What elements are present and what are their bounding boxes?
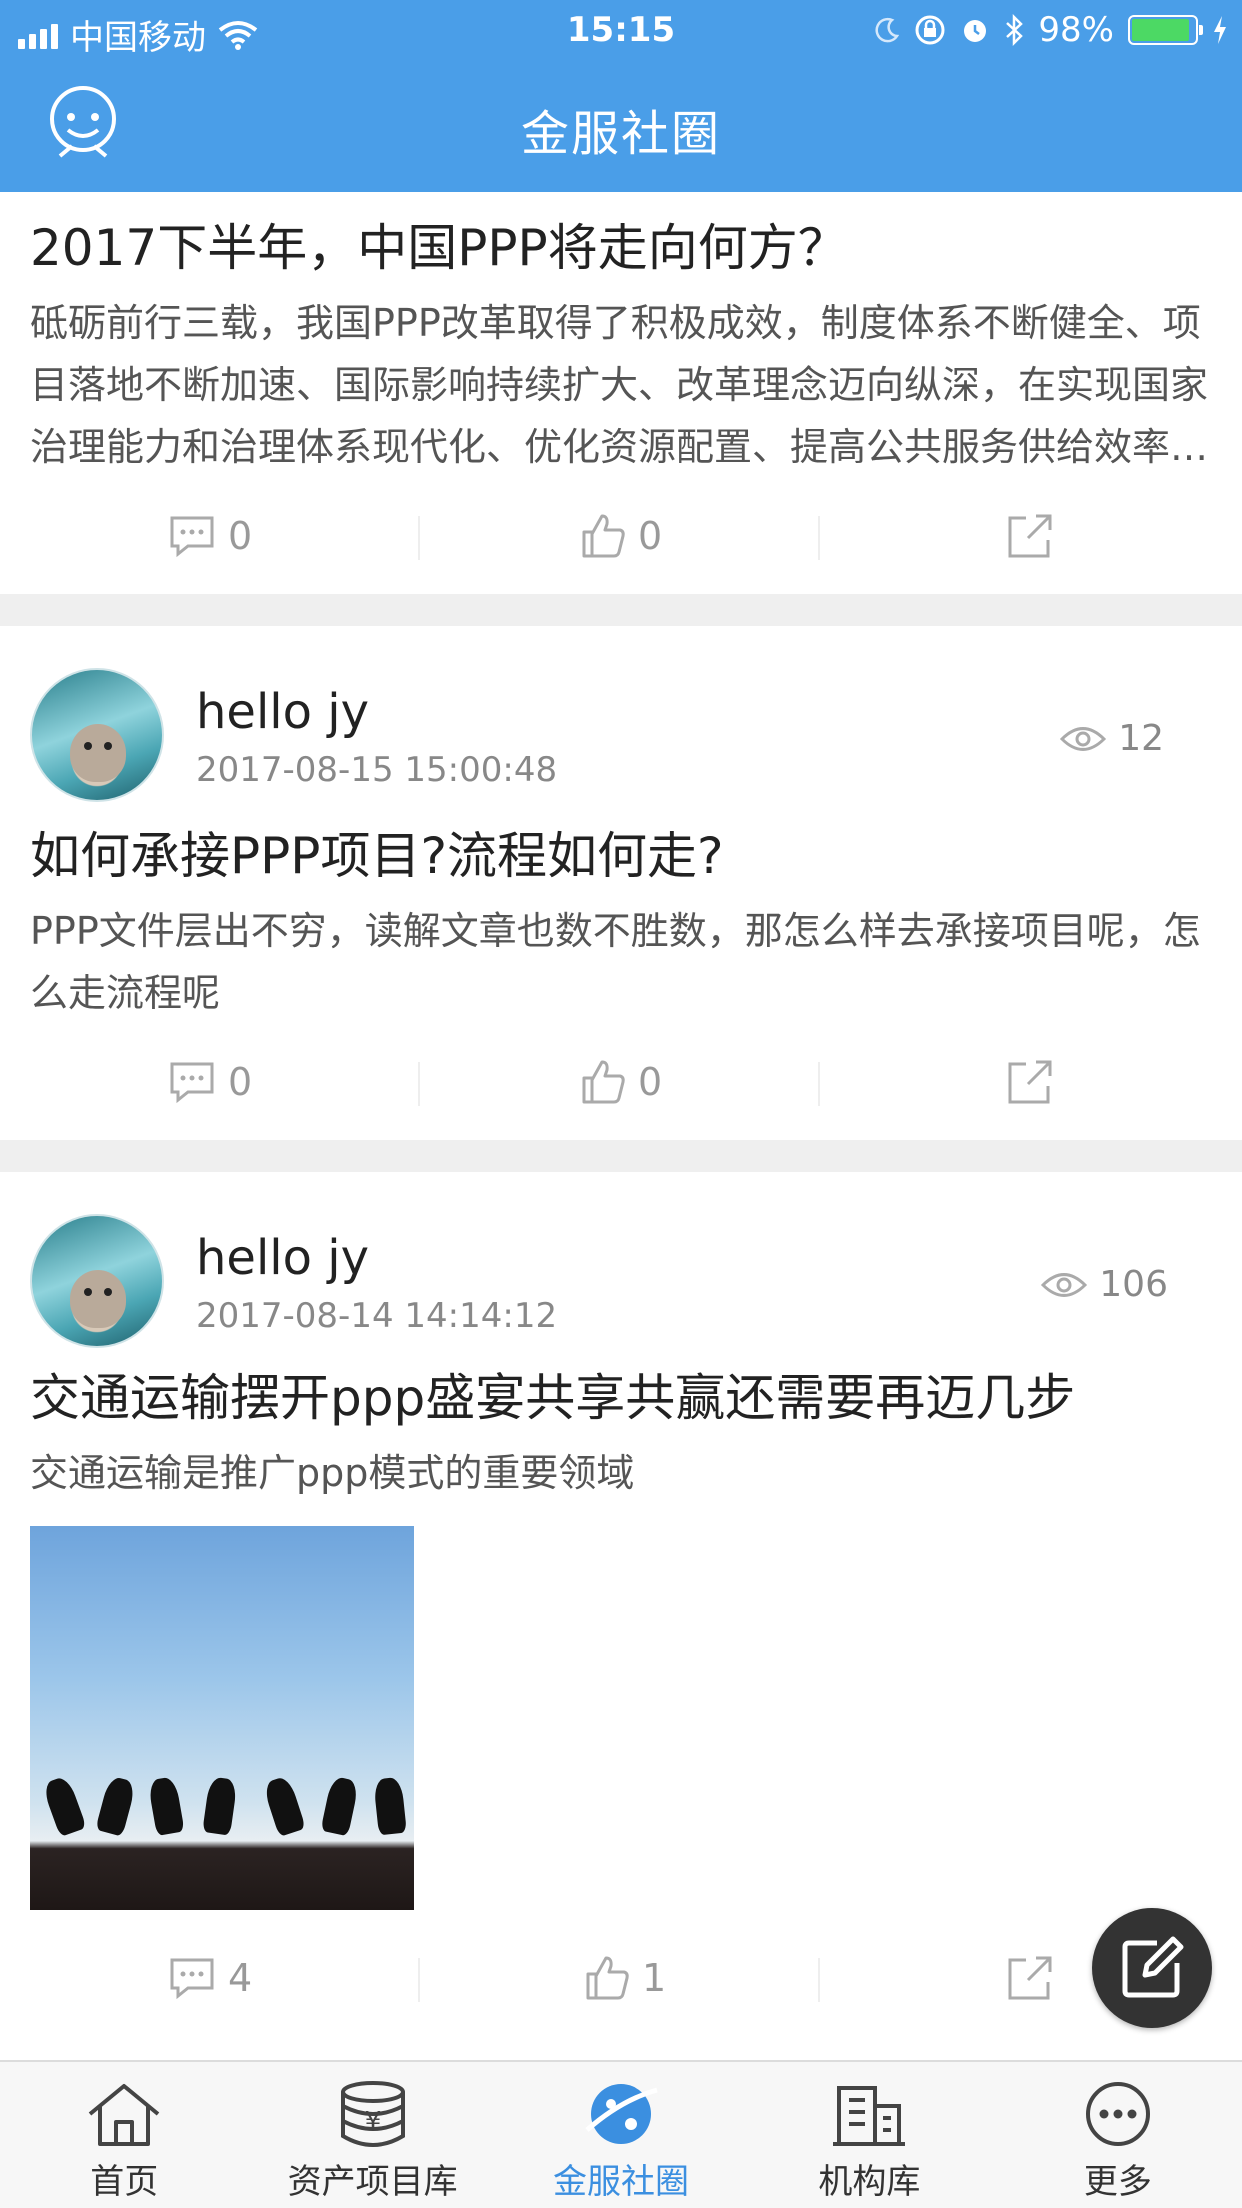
post-body[interactable]: PPP文件层出不穷，读解文章也数不胜数，那怎么样去承接项目呢，怎么走流程呢 (0, 892, 1242, 1024)
post-card[interactable]: hello jy 2017-08-15 15:00:48 12 如何承接PPP项… (0, 626, 1242, 1140)
author-name[interactable]: hello jy (196, 684, 369, 740)
share-icon (1008, 1060, 1052, 1104)
tab-community[interactable]: 金服社圈 (497, 2062, 745, 2208)
share-button[interactable] (1006, 510, 1054, 562)
app-header: 金服社圈 (0, 60, 1242, 192)
comment-count: 0 (228, 514, 253, 558)
post-title[interactable]: 2017下半年，中国PPP将走向何方？ (0, 192, 1242, 284)
battery-icon (1128, 15, 1203, 45)
post-actions: 4 1 (0, 1920, 1242, 2036)
eye-icon (1041, 1272, 1088, 1297)
comment-count: 0 (228, 1060, 253, 1104)
view-count: 12 (1060, 718, 1164, 759)
author-row: hello jy 2017-08-15 15:00:48 12 (0, 626, 1242, 806)
rotation-lock-icon (915, 15, 945, 45)
view-count: 106 (1041, 1264, 1168, 1305)
more-icon (1085, 2082, 1150, 2146)
home-icon (88, 2084, 160, 2146)
share-icon (1008, 1956, 1052, 2000)
edit-icon (1122, 1936, 1184, 1998)
like-button[interactable]: 0 (580, 1056, 662, 1108)
share-button[interactable] (1006, 1952, 1054, 2004)
planet-icon (585, 2084, 658, 2144)
comment-button[interactable]: 0 (168, 510, 252, 562)
compose-button[interactable] (1092, 1908, 1212, 2028)
post-time: 2017-08-14 14:14:12 (196, 1296, 558, 1336)
tab-institutions[interactable]: 机构库 (745, 2062, 993, 2208)
thumbs-up-icon (582, 514, 625, 558)
post-image[interactable] (30, 1526, 414, 1910)
post-card[interactable]: 2017下半年，中国PPP将走向何方？ 砥砺前行三载，我国PPP改革取得了积极成… (0, 192, 1242, 594)
tab-label: 机构库 (818, 2162, 921, 2202)
post-title[interactable]: 交通运输摆开ppp盛宴共享共赢还需要再迈几步 (0, 1352, 1242, 1434)
bluetooth-icon (1006, 14, 1024, 46)
like-button[interactable]: 0 (580, 510, 662, 562)
tab-asset-projects[interactable]: ¥ 资产项目库 (248, 2062, 496, 2208)
comment-icon (170, 1062, 214, 1104)
thumbs-up-icon (582, 1060, 625, 1104)
post-feed[interactable]: 2017下半年，中国PPP将走向何方？ 砥砺前行三载，我国PPP改革取得了积极成… (0, 192, 1242, 2036)
view-count-value: 12 (1118, 718, 1164, 759)
share-button[interactable] (1006, 1056, 1054, 1108)
tab-label: 首页 (90, 2162, 159, 2202)
comment-button[interactable]: 4 (168, 1952, 252, 2004)
post-actions: 0 0 (0, 478, 1242, 594)
bottom-tab-bar: 首页 ¥ 资产项目库 金服社圈 机构库 更多 (0, 2060, 1242, 2208)
page-title: 金服社圈 (520, 106, 721, 162)
like-count: 0 (638, 1060, 663, 1104)
post-actions: 0 0 (0, 1024, 1242, 1140)
separator (0, 1140, 1242, 1172)
alarm-icon (964, 20, 987, 42)
avatar[interactable] (30, 1214, 164, 1348)
post-body[interactable]: 砥砺前行三载，我国PPP改革取得了积极成效，制度体系不断健全、项目落地不断加速、… (0, 284, 1242, 478)
post-body[interactable]: 交通运输是推广ppp模式的重要领域 (0, 1434, 1242, 1504)
tab-label: 金服社圈 (553, 2162, 690, 2202)
share-icon (1008, 514, 1052, 558)
building-icon (833, 2086, 906, 2146)
moon-icon (875, 17, 900, 43)
author-name[interactable]: hello jy (196, 1230, 369, 1286)
eye-icon (1060, 726, 1107, 751)
like-count: 0 (638, 514, 663, 558)
comment-count: 4 (228, 1956, 253, 2000)
like-count: 1 (642, 1956, 667, 2000)
tab-home[interactable]: 首页 (0, 2062, 248, 2208)
comment-icon (170, 516, 214, 558)
avatar[interactable] (30, 668, 164, 802)
thumbs-up-icon (586, 1956, 629, 2000)
tab-label: 资产项目库 (287, 2162, 458, 2202)
coin-stack-icon: ¥ (340, 2081, 405, 2147)
tab-label: 更多 (1083, 2162, 1152, 2202)
post-card[interactable]: hello jy 2017-08-14 14:14:12 106 交通运输摆开p… (0, 1172, 1242, 2036)
comment-icon (170, 1958, 214, 2000)
svg-text:¥: ¥ (364, 2107, 381, 2137)
post-title[interactable]: 如何承接PPP项目?流程如何走? (0, 806, 1242, 892)
separator (0, 594, 1242, 626)
tab-more[interactable]: 更多 (994, 2062, 1242, 2208)
like-button[interactable]: 1 (584, 1952, 666, 2004)
post-time: 2017-08-15 15:00:48 (196, 750, 558, 790)
charging-icon (1214, 16, 1226, 44)
comment-button[interactable]: 0 (168, 1056, 252, 1108)
author-row: hello jy 2017-08-14 14:14:12 106 (0, 1172, 1242, 1352)
view-count-value: 106 (1099, 1264, 1168, 1305)
status-bar: 中国移动 15:15 98% (0, 0, 1242, 60)
battery-percent: 98% (1038, 10, 1114, 50)
